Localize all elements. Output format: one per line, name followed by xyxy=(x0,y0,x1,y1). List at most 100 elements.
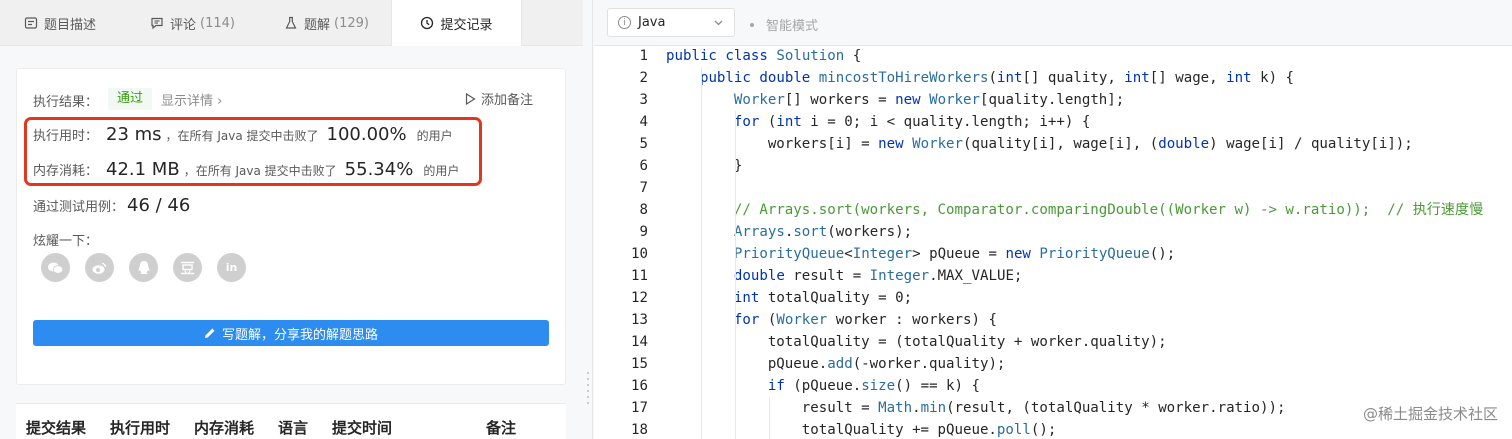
language-select[interactable]: i Java xyxy=(607,8,735,37)
line-number: 6 xyxy=(639,158,649,174)
smart-mode-toggle[interactable]: 智能模式 xyxy=(750,15,818,34)
testcase-value: 46 / 46 xyxy=(127,195,191,216)
language-value: Java xyxy=(638,15,666,30)
header-language: 语言 xyxy=(278,419,309,437)
status-badge: 通过 xyxy=(108,88,153,110)
code-area[interactable]: 1 public class Solution { 2 public double … xyxy=(594,45,1512,439)
testcase-label: 通过测试用例： xyxy=(33,200,125,215)
linkedin-icon[interactable]: in xyxy=(217,253,246,282)
editor-toolbar: i Java 智能模式 xyxy=(594,0,1512,46)
code-line: 12 int totalQuality = 0; xyxy=(594,287,1512,309)
tab-comments-label: 评论 xyxy=(170,17,197,33)
indent-guide xyxy=(701,67,702,439)
testcase-stat: 通过测试用例： 46 / 46 xyxy=(33,195,190,216)
line-number: 12 xyxy=(631,290,648,306)
line-number: 3 xyxy=(639,92,649,108)
code-text: result = Math.min(result, (totalQuality … xyxy=(666,400,1286,416)
line-number: 14 xyxy=(631,334,648,350)
line-number: 8 xyxy=(639,202,649,218)
clock-icon xyxy=(421,16,434,30)
code-text: for (int i = 0; i < quality.length; i++)… xyxy=(733,114,1091,130)
line-number: 10 xyxy=(631,246,648,262)
indent-guide xyxy=(735,111,736,439)
tab-comments-count: (114) xyxy=(200,15,235,31)
header-note: 备注 xyxy=(486,419,517,437)
code-line: 14 totalQuality = (totalQuality + worker… xyxy=(594,331,1512,353)
line-number: 7 xyxy=(639,180,649,196)
code-line: 2 public double mincostToHireWorkers(int… xyxy=(594,67,1512,89)
tab-solutions[interactable]: 题解 (129) xyxy=(284,0,369,46)
code-text: public class Solution { xyxy=(666,48,862,64)
pane-splitter[interactable] xyxy=(583,0,593,439)
share-label: 炫耀一下： xyxy=(33,234,99,249)
line-number: 15 xyxy=(631,356,648,372)
drag-handle-icon[interactable] xyxy=(586,372,590,412)
code-text: PriorityQueue<Integer> pQueue = new Prio… xyxy=(733,246,1176,262)
tab-comments[interactable]: 评论 (114) xyxy=(150,0,235,46)
line-number: 13 xyxy=(631,312,648,328)
show-details-link[interactable]: 显示详情 › xyxy=(161,90,222,109)
code-line: 7 xyxy=(594,177,1512,199)
code-line: 10 PriorityQueue<Integer> pQueue = new P… xyxy=(594,243,1512,265)
tab-description-label: 题目描述 xyxy=(44,17,97,33)
code-editor-panel: i Java 智能模式 1 public class Solution { 2 pu… xyxy=(594,0,1512,439)
tab-solutions-label: 题解 xyxy=(304,17,331,33)
flask-icon xyxy=(285,16,297,29)
header-submit-time: 提交时间 xyxy=(332,419,393,437)
tab-submissions[interactable]: 提交记录 xyxy=(391,0,522,46)
line-number: 2 xyxy=(639,70,649,86)
code-text: totalQuality = (totalQuality + worker.qu… xyxy=(666,334,1167,350)
watermark-text: @稀土掘金技术社区 xyxy=(1362,405,1498,423)
code-line: 16 if (pQueue.size() == k) { xyxy=(594,375,1512,397)
code-line: 13 for (Worker worker : workers) { xyxy=(594,309,1512,331)
share-icons: in xyxy=(41,253,261,282)
code-text: pQueue.add(-worker.quality); xyxy=(666,356,1006,372)
wechat-icon[interactable] xyxy=(41,253,70,282)
line-number: 17 xyxy=(631,400,648,416)
submissions-table-header: 提交结果 执行用时 内存消耗 语言 提交时间 备注 xyxy=(16,403,566,439)
weibo-icon[interactable] xyxy=(85,253,114,282)
smart-mode-label: 智能模式 xyxy=(766,19,819,34)
header-memory: 内存消耗 xyxy=(194,419,255,437)
line-number: 9 xyxy=(639,224,649,240)
code-line: 9 Arrays.sort(workers); xyxy=(594,221,1512,243)
line-number: 1 xyxy=(639,48,649,64)
code-text: workers[i] = new Worker(quality[i], wage… xyxy=(666,136,1413,152)
code-text: Arrays.sort(workers); xyxy=(733,224,913,240)
code-text: totalQuality += pQueue.poll(); xyxy=(666,422,1057,438)
qq-icon[interactable] xyxy=(129,253,158,282)
code-line: 3 Worker[] workers = new Worker[quality.… xyxy=(594,89,1512,111)
submission-panel: 题目描述 评论 (114) 题解 (129) 提交记录 执行结果： 通过 显示详… xyxy=(0,0,583,439)
code-text: if (pQueue.size() == k) { xyxy=(767,378,980,394)
watermark: @稀土掘金技术社区 xyxy=(1363,403,1498,424)
code-text: Worker[] workers = new Worker[quality.le… xyxy=(733,92,1125,108)
douban-icon[interactable] xyxy=(173,253,202,282)
tab-description[interactable]: 题目描述 xyxy=(24,0,96,46)
chevron-down-icon xyxy=(714,20,723,26)
tab-submissions-label: 提交记录 xyxy=(440,17,493,33)
pencil-icon xyxy=(204,328,215,338)
code-text: public double mincostToHireWorkers(int[]… xyxy=(699,70,1295,86)
add-note-button[interactable]: 添加备注 xyxy=(465,89,533,108)
header-result: 提交结果 xyxy=(26,419,87,437)
status-dot-icon xyxy=(750,22,754,27)
play-icon xyxy=(465,92,476,105)
line-number: 16 xyxy=(631,378,648,394)
code-text: // Arrays.sort(workers, Comparator.compa… xyxy=(733,202,1484,218)
header-runtime: 执行用时 xyxy=(110,419,171,437)
write-solution-button[interactable]: 写题解，分享我的解题思路 xyxy=(33,320,549,346)
line-number: 11 xyxy=(631,268,648,284)
code-text: int totalQuality = 0; xyxy=(733,290,913,306)
code-line: 4 for (int i = 0; i < quality.length; i+… xyxy=(594,111,1512,133)
result-label: 执行结果： xyxy=(33,95,99,110)
code-line: 11 double result = Integer.MAX_VALUE; xyxy=(594,265,1512,287)
info-icon: i xyxy=(618,16,631,29)
problem-tabs: 题目描述 评论 (114) 题解 (129) 提交记录 xyxy=(0,0,583,46)
tab-solutions-count: (129) xyxy=(334,15,369,31)
line-number: 4 xyxy=(639,114,649,130)
line-number: 5 xyxy=(639,136,649,152)
code-line: 15 pQueue.add(-worker.quality); xyxy=(594,353,1512,375)
code-line: 5 workers[i] = new Worker(quality[i], wa… xyxy=(594,133,1512,155)
code-text: } xyxy=(666,158,743,174)
code-line: 8 // Arrays.sort(workers, Comparator.com… xyxy=(594,199,1512,221)
